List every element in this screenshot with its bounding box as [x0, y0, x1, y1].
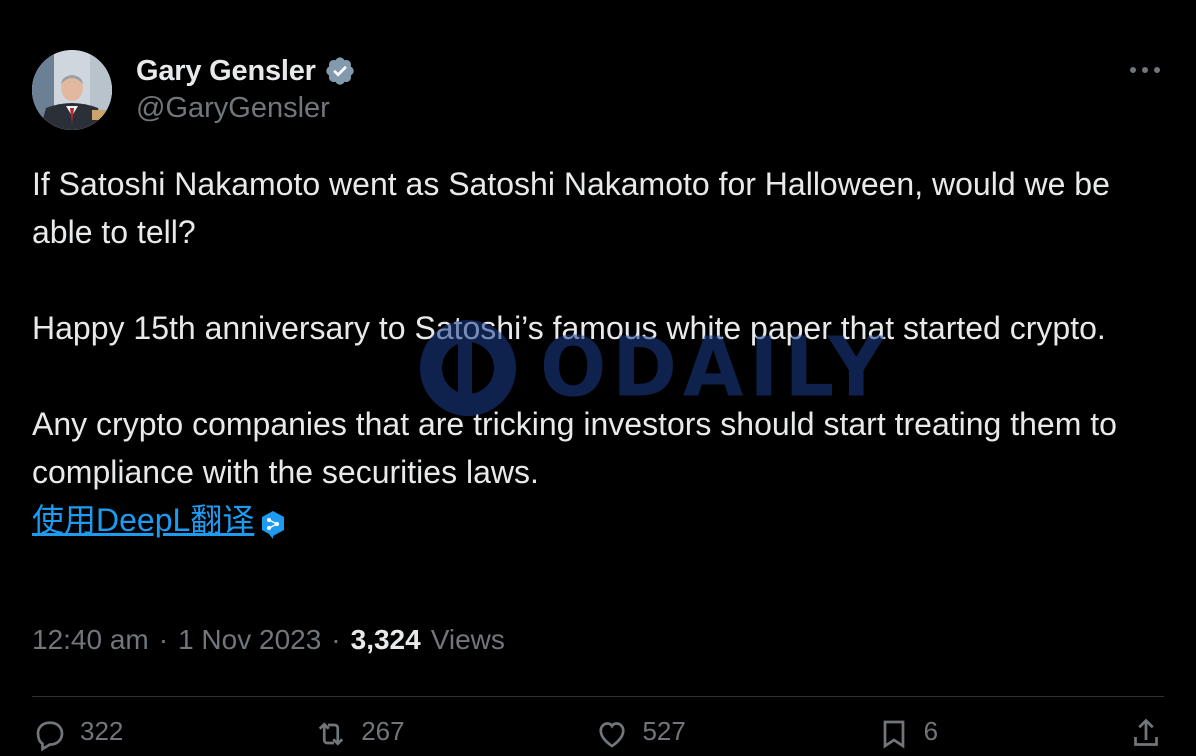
more-options-icon[interactable] [1124, 56, 1166, 84]
like-count: 527 [642, 716, 686, 746]
heart-icon [599, 722, 626, 748]
tweet-paragraph: If Satoshi Nakamoto went as Satoshi Naka… [32, 166, 1110, 250]
like-button[interactable]: 527 [594, 716, 686, 752]
views-label: Views [430, 624, 505, 655]
avatar[interactable] [32, 50, 112, 130]
bookmark-count: 6 [923, 716, 939, 746]
retweet-count: 267 [361, 716, 405, 746]
tweet-paragraph: Any crypto companies that are tricking i… [32, 406, 1117, 490]
action-bar: 322 267 527 6 [32, 716, 1164, 756]
tweet: Gary Gensler @GaryGensler If Satoshi Nak… [0, 0, 1196, 752]
bookmark-button[interactable]: 6 [876, 716, 938, 752]
reply-button[interactable]: 322 [32, 716, 123, 752]
author-name[interactable]: Gary Gensler [136, 55, 316, 88]
retweet-icon [319, 722, 344, 746]
deepl-icon [260, 505, 286, 539]
share-button[interactable] [1128, 716, 1164, 752]
deepl-translate-link[interactable]: 使用DeepL翻译 [32, 496, 286, 544]
author-handle[interactable]: @GaryGensler [136, 92, 330, 125]
meta-separator: · [331, 624, 341, 655]
reply-count: 322 [80, 716, 124, 746]
tweet-meta: 12:40 am · 1 Nov 2023 · 3,324 Views [32, 624, 505, 656]
tweet-text: If Satoshi Nakamoto went as Satoshi Naka… [32, 160, 1152, 544]
meta-separator: · [158, 624, 169, 655]
bookmark-icon [883, 720, 905, 749]
tweet-paragraph: Happy 15th anniversary to Satoshi’s famo… [32, 310, 1106, 346]
share-icon [1134, 718, 1158, 746]
reply-icon [36, 721, 64, 752]
author-name-row: Gary Gensler [136, 52, 356, 90]
retweet-button[interactable]: 267 [313, 716, 405, 752]
avatar-image [32, 50, 112, 130]
translate-link-label: 使用DeepL翻译 [32, 502, 255, 538]
tweet-date[interactable]: 1 Nov 2023 [178, 624, 321, 656]
divider [32, 696, 1164, 697]
verified-badge-icon [324, 55, 356, 87]
views-count: 3,324 [350, 624, 421, 655]
tweet-time[interactable]: 12:40 am [32, 624, 149, 656]
